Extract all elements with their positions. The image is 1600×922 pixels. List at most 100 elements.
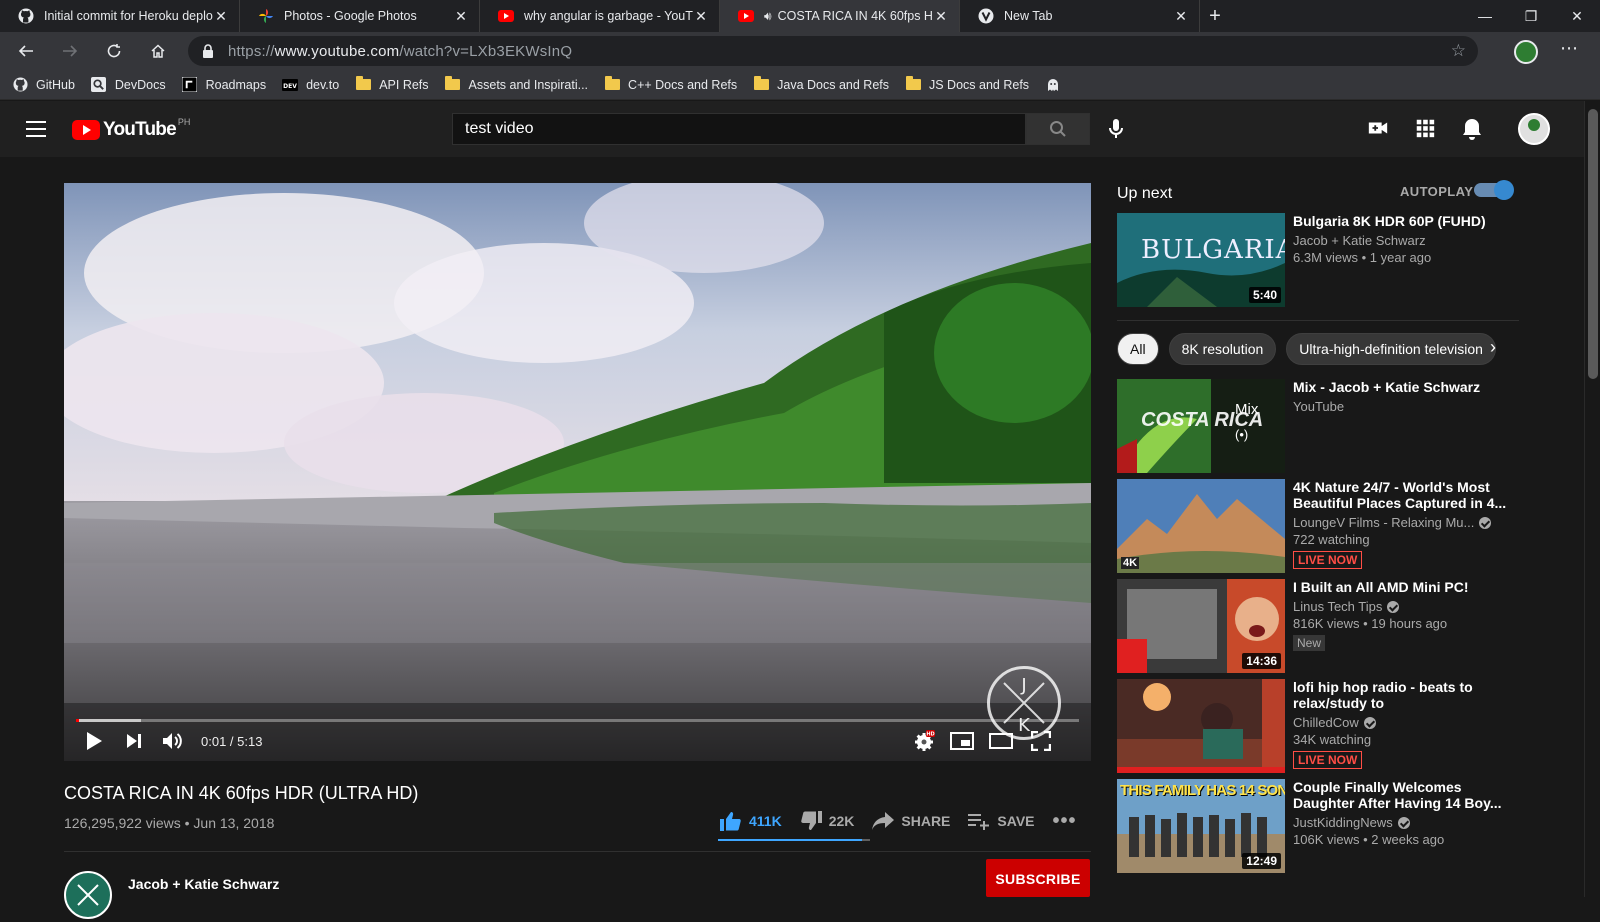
speaker-icon[interactable]: 🔊︎ [764, 9, 772, 24]
bookmark-folder-java[interactable]: Java Docs and Refs [753, 76, 889, 93]
reload-icon [107, 44, 121, 58]
lock-icon[interactable] [188, 44, 228, 58]
thumbnail-text: THIS FAMILY HAS 14 SONS [1120, 782, 1285, 799]
bookmark-folder-cpp[interactable]: C++ Docs and Refs [604, 76, 737, 93]
page-scrollbar[interactable] [1584, 101, 1600, 897]
tab-youtube-angular[interactable]: why angular is garbage - YouTube ✕ [480, 0, 720, 32]
devto-icon: DEV [282, 77, 299, 93]
bookmark-devto[interactable]: DEV dev.to [282, 77, 339, 93]
recommended-video[interactable]: 4K 4K Nature 24/7 - World's Most Beautif… [1117, 479, 1522, 573]
tab-costa-rica[interactable]: 🔊︎ COSTA RICA IN 4K 60fps HDR ✕ [720, 0, 960, 32]
video-thumbnail[interactable]: BULGARIA 5:40 [1117, 213, 1285, 307]
video-thumbnail[interactable]: 4K [1117, 479, 1285, 573]
menu-icon[interactable] [26, 121, 46, 137]
tab-github[interactable]: Initial commit for Heroku deploy ✕ [0, 0, 240, 32]
bookmark-folder-assets[interactable]: Assets and Inspirati... [445, 76, 588, 93]
country-code: PH [177, 117, 191, 127]
bookmark-roadmaps[interactable]: Roadmaps [182, 77, 266, 93]
video-thumbnail[interactable]: THIS FAMILY HAS 14 SONS 12:49 [1117, 779, 1285, 873]
video-thumbnail[interactable]: COSTA RICA Mix (•) [1117, 379, 1285, 473]
vivaldi-icon [978, 8, 994, 24]
profile-avatar[interactable] [1514, 40, 1538, 64]
recommended-video[interactable]: lofi hip hop radio - beats to relax/stud… [1117, 679, 1522, 773]
video-metadata: 722 watching [1293, 532, 1370, 547]
share-button[interactable]: SHARE [872, 812, 950, 830]
video-metadata: 6.3M views • 1 year ago [1293, 250, 1432, 265]
dislike-button[interactable]: 22K [800, 811, 855, 831]
close-window-icon[interactable]: ✕ [1554, 0, 1600, 32]
close-icon[interactable]: ✕ [213, 8, 229, 25]
progress-bar[interactable] [76, 719, 1079, 722]
channel-name[interactable]: Jacob + Katie Schwarz [128, 876, 279, 892]
fullscreen-button[interactable] [1027, 727, 1055, 755]
close-icon[interactable]: ✕ [1173, 8, 1189, 25]
close-icon[interactable]: ✕ [453, 8, 469, 25]
settings-button[interactable]: HD [910, 727, 938, 755]
bookmark-label: Roadmaps [205, 77, 267, 92]
voice-search-button[interactable] [1108, 118, 1124, 145]
theater-mode-button[interactable] [986, 727, 1016, 755]
bookmark-label: dev.to [306, 77, 340, 92]
subscribe-button[interactable]: SUBSCRIBE [986, 859, 1090, 897]
recommended-video[interactable]: THIS FAMILY HAS 14 SONS 12:49 Couple Fin… [1117, 779, 1522, 873]
more-actions-button[interactable]: ••• [1053, 810, 1077, 833]
youtube-masthead: YouTube PH test video [0, 101, 1584, 157]
video-title: I Built an All AMD Mini PC! [1293, 579, 1469, 595]
bookmark-devdocs[interactable]: DevDocs [91, 77, 166, 93]
share-arrow-icon [872, 812, 895, 830]
bookmark-folder-js[interactable]: JS Docs and Refs [905, 76, 1029, 93]
close-icon[interactable]: ✕ [693, 8, 709, 25]
theater-icon [989, 733, 1013, 749]
miniplayer-button[interactable] [948, 727, 976, 755]
account-avatar[interactable] [1518, 113, 1550, 145]
verified-check-icon [1397, 816, 1410, 829]
close-icon[interactable]: ✕ [933, 8, 949, 25]
tab-title: New Tab [1004, 9, 1053, 23]
bookmark-extension[interactable] [1045, 77, 1069, 93]
browser-menu-icon[interactable]: ⋯ [1560, 38, 1579, 59]
tab-new-tab[interactable]: New Tab ✕ [960, 0, 1200, 32]
bookmark-folder-api-refs[interactable]: API Refs [355, 76, 429, 93]
playlist-add-icon [968, 814, 990, 830]
channel-name: ChilledCow [1293, 715, 1359, 730]
video-thumbnail[interactable]: 14:36 [1117, 579, 1285, 673]
youtube-logo[interactable]: YouTube PH [72, 117, 191, 141]
tab-title: Initial commit for Heroku deploy [44, 9, 213, 23]
dislike-count: 22K [828, 813, 855, 829]
new-tab-button[interactable]: + [1200, 0, 1230, 32]
search-input[interactable]: test video [452, 113, 1026, 145]
scrollbar-thumb[interactable] [1588, 109, 1598, 379]
address-bar[interactable]: https://www.youtube.com/watch?v=LXb3EKWs… [188, 36, 1478, 66]
recommended-video[interactable]: 14:36 I Built an All AMD Mini PC! Linus … [1117, 579, 1522, 673]
restore-icon[interactable]: ❐ [1508, 0, 1554, 32]
create-video-button[interactable] [1367, 117, 1389, 144]
chip-8k-resolution[interactable]: 8K resolution [1168, 333, 1277, 365]
autoplay-toggle[interactable] [1474, 180, 1514, 200]
home-button[interactable] [140, 33, 176, 69]
search-button[interactable] [1026, 113, 1090, 145]
apps-button[interactable] [1414, 117, 1436, 144]
minimize-icon[interactable]: — [1462, 0, 1508, 32]
tab-google-photos[interactable]: Photos - Google Photos ✕ [240, 0, 480, 32]
channel-avatar[interactable] [64, 871, 112, 919]
chip-uhd-television[interactable]: Ultra-high-definition television [1286, 333, 1496, 365]
bookmark-github[interactable]: GitHub [12, 77, 75, 93]
video-player[interactable]: JK 0:01 / 5:13 HD [64, 183, 1091, 761]
back-button[interactable] [8, 33, 44, 69]
recommended-video[interactable]: COSTA RICA Mix (•) Mix - Jacob + Katie S… [1117, 379, 1522, 473]
up-next-video[interactable]: BULGARIA 5:40 Bulgaria 8K HDR 60P (FUHD)… [1117, 213, 1522, 307]
video-thumbnail[interactable] [1117, 679, 1285, 773]
reload-button[interactable] [96, 33, 132, 69]
chevron-right-icon[interactable]: › [1490, 337, 1496, 358]
mute-button[interactable] [159, 727, 187, 755]
bookmark-star-icon[interactable]: ☆ [1451, 41, 1466, 61]
save-button[interactable]: SAVE [968, 812, 1035, 830]
new-badge: New [1293, 635, 1326, 651]
forward-button[interactable] [52, 33, 88, 69]
browser-toolbar: https://www.youtube.com/watch?v=LXb3EKWs… [0, 32, 1600, 70]
next-button[interactable] [120, 727, 148, 755]
notifications-button[interactable] [1461, 117, 1483, 146]
like-button[interactable]: 411K [720, 811, 782, 831]
play-button[interactable] [80, 727, 108, 755]
chip-all[interactable]: All [1117, 333, 1159, 365]
